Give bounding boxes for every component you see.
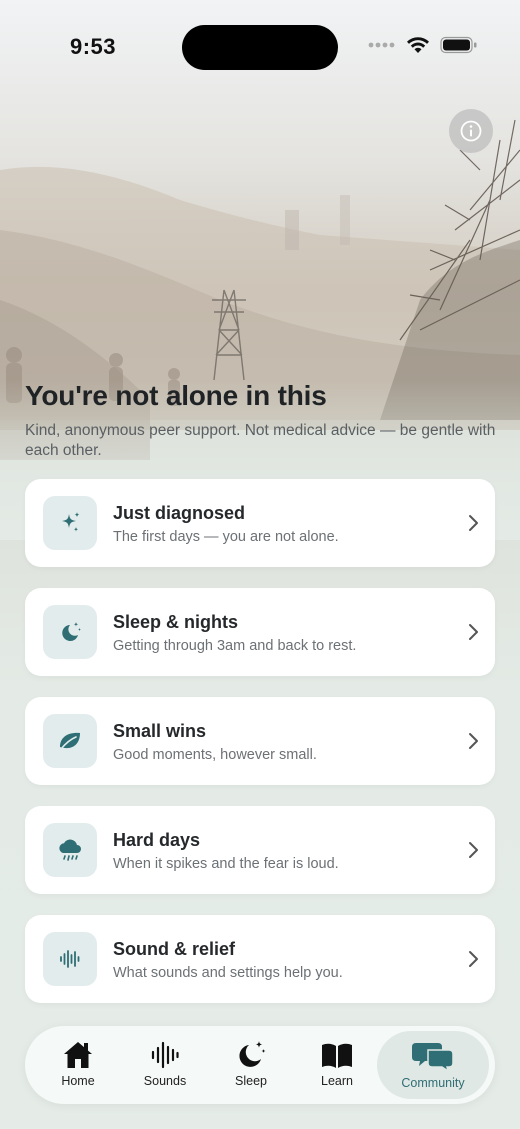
book-icon	[322, 1043, 352, 1068]
cloud-rain-icon	[43, 823, 97, 877]
dynamic-island	[182, 25, 338, 70]
sparkles-icon	[43, 496, 97, 550]
topic-title: Small wins	[113, 721, 207, 741]
topic-subtitle: Good moments, however small.	[113, 747, 317, 763]
community-screen: 9:53 You're not alone in this Kind, anon…	[0, 0, 520, 1129]
signal-icon	[368, 42, 395, 48]
tab-community[interactable]: Community	[387, 1026, 479, 1104]
status-icons	[368, 36, 478, 54]
topic-subtitle: What sounds and settings help you.	[113, 965, 343, 981]
status-time: 9:53	[70, 34, 117, 59]
info-button[interactable]	[449, 109, 493, 153]
info-icon	[460, 120, 482, 142]
status-bar: 9:53	[0, 0, 520, 90]
chevron-right-icon	[469, 951, 478, 967]
tab-sounds[interactable]: Sounds	[130, 1026, 200, 1104]
chevron-right-icon	[469, 624, 478, 640]
house-icon	[64, 1042, 92, 1068]
topic-subtitle: The first days — you are not alone.	[113, 529, 339, 545]
topic-title: Sound & relief	[113, 939, 236, 959]
wifi-icon	[407, 37, 429, 53]
chevron-right-icon	[469, 515, 478, 531]
waveform-icon	[151, 1041, 179, 1069]
page-title: You're not alone in this	[25, 380, 327, 411]
tab-sleep[interactable]: Sleep	[216, 1026, 286, 1104]
page-subtitle: Kind, anonymous peer support. Not medica…	[25, 422, 496, 459]
topic-subtitle: Getting through 3am and back to rest.	[113, 638, 357, 654]
topic-subtitle: When it spikes and the fear is loud.	[113, 856, 339, 872]
topic-card-hard-days[interactable]: Hard days When it spikes and the fear is…	[25, 806, 495, 894]
tab-learn[interactable]: Learn	[302, 1026, 372, 1104]
topic-title: Sleep & nights	[113, 612, 239, 632]
tab-label: Home	[61, 1074, 95, 1088]
topic-card-small-wins[interactable]: Small wins Good moments, however small.	[25, 697, 495, 785]
chevron-right-icon	[469, 733, 478, 749]
leaf-icon	[43, 714, 97, 768]
chat-bubbles-icon	[412, 1043, 454, 1072]
moon-stars-icon	[239, 1041, 266, 1067]
topic-card-just-diagnosed[interactable]: Just diagnosed The first days — you are …	[25, 479, 495, 567]
topic-card-sleep-nights[interactable]: Sleep & nights Getting through 3am and b…	[25, 588, 495, 676]
tab-label: Sounds	[143, 1074, 187, 1088]
topic-title: Hard days	[113, 830, 201, 850]
chevron-right-icon	[469, 842, 478, 858]
tab-home[interactable]: Home	[43, 1026, 113, 1104]
topic-title: Just diagnosed	[113, 503, 246, 523]
waveform-icon	[43, 932, 97, 986]
tab-label: Sleep	[235, 1074, 267, 1088]
moon-stars-icon	[43, 605, 97, 659]
tab-label: Community	[401, 1076, 465, 1090]
tab-label: Learn	[321, 1074, 353, 1088]
battery-icon	[440, 36, 477, 54]
topic-card-sound-relief[interactable]: Sound & relief What sounds and settings …	[25, 915, 495, 1003]
tab-bar: Home Sounds Sleep Learn Community	[25, 1026, 495, 1104]
